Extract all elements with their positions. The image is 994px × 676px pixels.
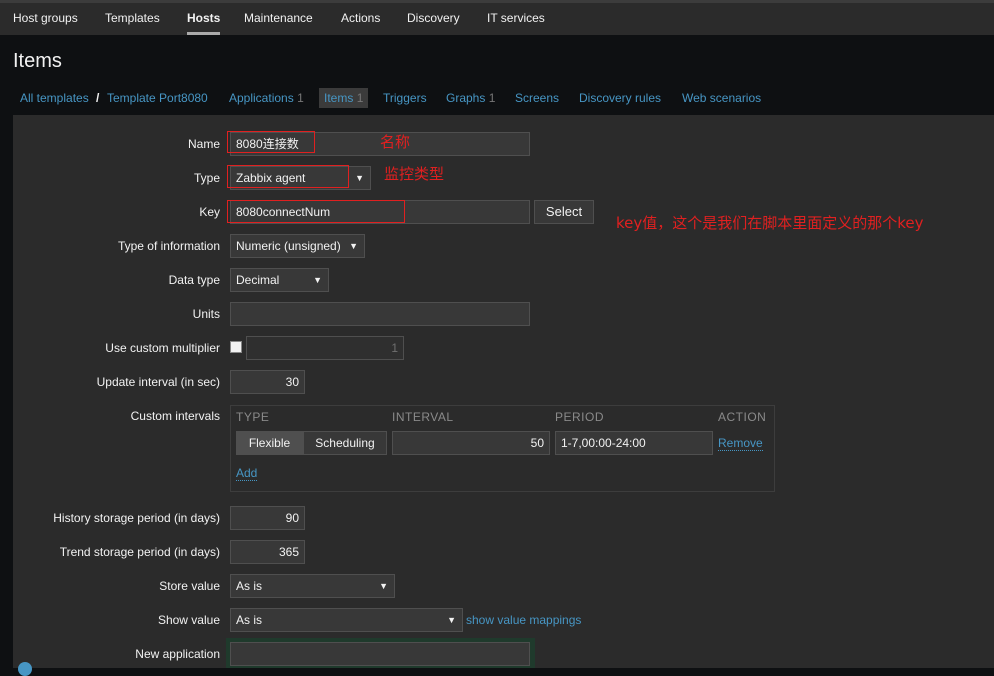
- name-annotation: 名称: [380, 133, 411, 151]
- custom-multiplier-checkbox[interactable]: [230, 341, 242, 353]
- scheduling-toggle[interactable]: Scheduling: [303, 431, 387, 455]
- key-highlight-box: [227, 200, 405, 223]
- tab-host-groups[interactable]: Host groups: [13, 0, 78, 35]
- chevron-down-icon: ▼: [355, 173, 364, 183]
- custom-multiplier-label: Use custom multiplier: [105, 341, 220, 355]
- tab-discovery[interactable]: Discovery: [407, 0, 460, 35]
- data-type-select[interactable]: Decimal ▼: [230, 268, 329, 292]
- breadcrumb-template[interactable]: Template Port8080: [107, 91, 208, 105]
- chevron-down-icon: ▼: [349, 241, 358, 251]
- trends-label: Trend storage period (in days): [59, 545, 220, 559]
- add-interval-link[interactable]: Add: [236, 466, 258, 481]
- tab-maintenance[interactable]: Maintenance: [244, 0, 313, 35]
- custom-intervals-label: Custom intervals: [130, 409, 220, 423]
- type-highlight-box: [227, 165, 349, 188]
- show-value-value: As is: [236, 613, 263, 627]
- show-value-select[interactable]: As is ▼: [230, 608, 463, 632]
- breadcrumb-all-templates[interactable]: All templates: [20, 91, 89, 105]
- history-label: History storage period (in days): [53, 511, 220, 525]
- subnav-applications[interactable]: Applications 1: [229, 91, 304, 105]
- subnav-items-label: Items: [324, 91, 354, 105]
- data-type-label: Data type: [168, 273, 220, 287]
- subnav-discovery-rules[interactable]: Discovery rules: [579, 91, 661, 105]
- period-input[interactable]: 1-7,00:00-24:00: [555, 431, 713, 455]
- type-annotation: 监控类型: [384, 165, 445, 183]
- subnav-graphs[interactable]: Graphs 1: [446, 91, 495, 105]
- chevron-down-icon: ▼: [447, 615, 456, 625]
- name-label: Name: [187, 137, 220, 151]
- show-value-label: Show value: [157, 613, 220, 627]
- subnav-triggers[interactable]: Triggers: [383, 91, 427, 105]
- intervals-header-type: TYPE: [236, 410, 270, 424]
- subnav-applications-label: Applications: [229, 91, 294, 105]
- chevron-down-icon: ▼: [313, 275, 322, 285]
- store-value-select[interactable]: As is ▼: [230, 574, 395, 598]
- top-navigation: Host groups Templates Hosts Maintenance …: [0, 0, 994, 35]
- store-value-value: As is: [236, 579, 263, 593]
- subnav-items-count: 1: [356, 91, 364, 105]
- trends-input[interactable]: 365: [230, 540, 305, 564]
- tab-hosts[interactable]: Hosts: [187, 0, 221, 35]
- subnav-items[interactable]: Items 1: [319, 88, 369, 108]
- tab-templates[interactable]: Templates: [105, 0, 160, 35]
- type-label: Type: [193, 171, 220, 185]
- intervals-header-period: PERIOD: [555, 410, 605, 424]
- page-header: [0, 35, 994, 83]
- subnav-applications-count: 1: [297, 91, 304, 105]
- page-title: Items: [13, 50, 62, 72]
- flexible-toggle[interactable]: Flexible: [236, 431, 303, 455]
- tab-actions[interactable]: Actions: [341, 0, 380, 35]
- subnav-graphs-label: Graphs: [446, 91, 486, 105]
- type-of-information-select[interactable]: Numeric (unsigned) ▼: [230, 234, 365, 258]
- history-input[interactable]: 90: [230, 506, 305, 530]
- new-application-input[interactable]: [230, 642, 530, 666]
- name-highlight-box: [227, 131, 315, 153]
- subnav-graphs-count: 1: [488, 91, 496, 105]
- custom-multiplier-input[interactable]: 1: [246, 336, 404, 360]
- units-label: Units: [192, 307, 220, 321]
- units-input[interactable]: [230, 302, 530, 326]
- type-of-information-value: Numeric (unsigned): [236, 239, 341, 253]
- interval-input[interactable]: 50: [392, 431, 550, 455]
- key-select-button[interactable]: Select: [534, 200, 594, 224]
- chevron-down-icon: ▼: [379, 581, 388, 591]
- update-interval-input[interactable]: 30: [230, 370, 305, 394]
- show-value-mappings-link[interactable]: show value mappings: [466, 613, 581, 627]
- tab-it-services[interactable]: IT services: [487, 0, 545, 35]
- breadcrumb-separator: /: [96, 91, 100, 105]
- help-icon[interactable]: [18, 662, 32, 676]
- update-interval-label: Update interval (in sec): [96, 375, 220, 389]
- store-value-label: Store value: [159, 579, 220, 593]
- remove-interval-link[interactable]: Remove: [718, 436, 763, 451]
- key-label: Key: [199, 205, 220, 219]
- subnav-web-scenarios[interactable]: Web scenarios: [682, 91, 761, 105]
- data-type-value: Decimal: [236, 273, 280, 287]
- key-annotation: key值，这个是我们在脚本里面定义的那个key: [616, 214, 924, 232]
- type-of-information-label: Type of information: [117, 239, 220, 253]
- intervals-header-interval: INTERVAL: [392, 410, 454, 424]
- intervals-header-action: ACTION: [718, 410, 767, 424]
- subnav-screens[interactable]: Screens: [515, 91, 559, 105]
- new-application-label: New application: [135, 647, 220, 661]
